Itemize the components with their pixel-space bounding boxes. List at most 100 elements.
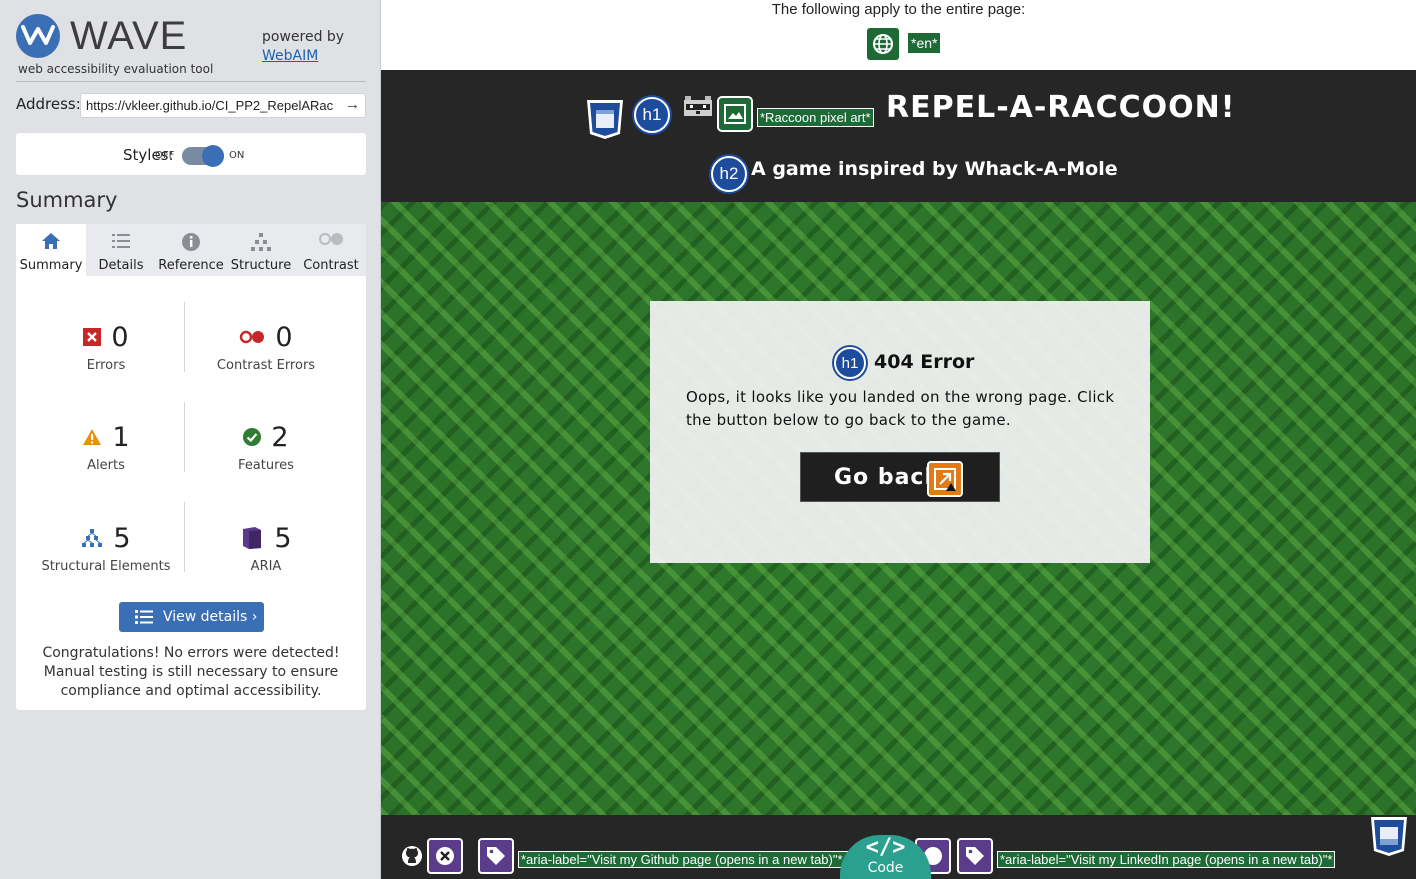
wave-logo-row: WAVE web accessibility evaluation tool p… [16,12,366,82]
error-icon [83,328,102,346]
structural-count: 5 [113,522,131,554]
tab-reference[interactable]: Reference [156,224,226,276]
stat-contrast-errors: 0 Contrast Errors [186,320,346,374]
header-landmark-icon[interactable] [585,98,625,140]
styles-on-label: ON [229,150,245,161]
error-title: 404 Error [874,351,975,373]
h1-badge[interactable]: h1 [634,97,670,133]
home-icon [42,233,60,249]
features-count: 2 [271,421,289,453]
h1-badge[interactable]: h1 [834,347,866,379]
address-value: https://vkleer.github.io/CI_PP2_RepelARa… [86,98,334,113]
tab-summary-label: Summary [19,258,83,273]
alt-text-tag: *Raccoon pixel art* [757,108,874,127]
view-details-button[interactable]: View details › [119,602,264,632]
address-input[interactable]: https://vkleer.github.io/CI_PP2_RepelARa… [80,93,366,118]
structure-icon [82,529,103,547]
contrast-icon [319,233,343,245]
h2-badge[interactable]: h2 [711,156,747,192]
error-message: Oops, it looks like you landed on the wr… [686,388,1115,429]
webaim-link[interactable]: WebAIM [262,48,318,64]
stat-errors: 0 Errors [26,320,186,373]
stat-alerts: 1 Alerts [26,420,186,473]
aria-label-linkedin: *aria-label="Visit my LinkedIn page (ope… [997,851,1336,868]
tab-summary[interactable]: Summary [16,224,86,276]
contrast-errors-count: 0 [275,321,293,353]
aria-count: 5 [274,522,292,554]
tab-details[interactable]: Details [86,224,156,276]
errors-label: Errors [86,358,126,373]
aria-label: ARIA [250,559,282,574]
styles-off-label: OFF [155,150,175,161]
link-alert-icon[interactable] [927,461,963,497]
info-icon [182,233,200,251]
aria-label-github: *aria-label="Visit my Github page (opens… [518,851,848,868]
leaf-background: h1 404 Error Oops, it looks like you lan… [381,202,1416,815]
powered-by: powered by WebAIM [262,28,344,66]
alerts-count: 1 [112,421,130,453]
stat-aria: 5 ARIA [186,521,346,574]
wave-sidebar: WAVE web accessibility evaluation tool p… [0,0,381,879]
feature-check-icon [243,428,262,446]
code-label: Code [867,860,904,876]
styles-toggle[interactable] [182,145,224,167]
features-label: Features [238,458,294,473]
address-go-icon[interactable]: → [342,96,360,113]
tab-reference-label: Reference [158,258,224,273]
contrast-errors-label: Contrast Errors [216,358,316,373]
stat-divider [184,302,185,372]
globe-icon[interactable] [867,28,899,60]
evaluated-page: The following apply to the entire page: … [381,0,1416,879]
panel-tabs: Summary Details Reference Structure Cont… [16,224,366,276]
address-label: Address: [16,95,81,113]
tab-structure[interactable]: Structure [226,224,296,276]
structure-icon [251,233,271,251]
image-alt-icon[interactable] [717,96,753,132]
site-footer: *aria-label="Visit my Github page (opens… [381,815,1416,879]
site-title: REPEL-A-RACCOON! [886,90,1236,125]
page-wide-annotations: The following apply to the entire page: … [381,0,1416,70]
tab-contrast[interactable]: Contrast [296,224,366,276]
site-header: h1 *Raccoon pixel art* REPEL-A-RACCOON! … [381,70,1416,202]
contrast-error-icon [240,330,265,344]
summary-heading: Summary [16,188,118,212]
wave-logo-icon [16,14,60,58]
alert-icon [83,429,102,445]
styles-toggle-box: Styles: OFF ON [16,133,366,175]
address-row: Address: https://vkleer.github.io/CI_PP2… [16,93,366,119]
structural-label: Structural Elements [41,559,171,574]
wave-logo-subtitle: web accessibility evaluation tool [18,62,214,76]
language-tag: *en* [908,33,941,53]
code-icon: </> [865,835,906,860]
aria-tag-icon[interactable] [957,838,993,874]
code-toggle-button[interactable]: </> Code [840,835,931,879]
stat-structural: 5 Structural Elements [26,521,186,575]
aria-tag-icon[interactable] [478,838,514,874]
tab-contrast-label: Contrast [303,258,359,273]
site-subtitle: A game inspired by Whack-A-Mole [751,158,1118,180]
aria-error-icon[interactable] [427,838,463,874]
tab-structure-label: Structure [230,258,292,273]
github-icon[interactable] [401,845,423,867]
tab-details-label: Details [98,258,144,273]
styles-toggle-knob [202,145,224,167]
stat-divider [184,402,185,472]
go-back-button[interactable]: Go back [800,452,1000,502]
raccoon-image [684,96,712,116]
list-icon [112,234,130,248]
alerts-label: Alerts [87,458,125,473]
summary-panel: Summary Details Reference Structure Cont… [16,224,366,710]
view-details-label: View details › [163,609,258,625]
go-back-label: Go back [834,464,941,490]
powered-by-text: powered by [262,29,345,45]
footer-landmark-icon[interactable] [1369,815,1409,857]
wave-logo-text: WAVE [70,14,188,58]
list-icon [135,610,153,624]
stat-features: 2 Features [186,420,346,474]
aria-cube-icon [243,527,262,549]
error-card: h1 404 Error Oops, it looks like you lan… [650,301,1150,563]
errors-count: 0 [111,321,129,353]
page-applies-text: The following apply to the entire page: [771,1,1026,18]
stat-divider [184,502,185,572]
congrats-message: Congratulations! No errors were detected… [42,645,340,699]
